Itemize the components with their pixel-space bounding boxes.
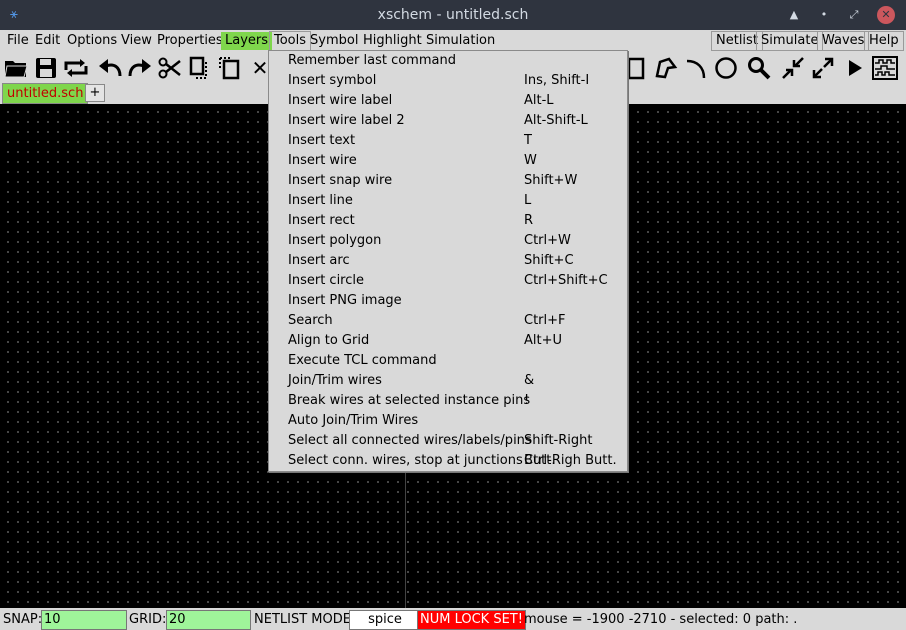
close-icon[interactable]: ✕ <box>877 6 895 24</box>
menu-item-insert-polygon[interactable]: Insert polygon Ctrl+W <box>269 231 627 251</box>
netlist-mode-label: NETLIST MODE: <box>254 612 356 627</box>
menu-tools[interactable]: Tools <box>269 31 312 51</box>
undo-icon[interactable] <box>96 54 124 82</box>
menu-simulation[interactable]: Simulation <box>422 32 499 50</box>
zoom-out-icon[interactable] <box>809 54 837 82</box>
menu-item-insert-line[interactable]: Insert line L <box>269 191 627 211</box>
menu-item-align-to-grid[interactable]: Align to Grid Alt+U <box>269 331 627 351</box>
menu-item-execute-tcl-command[interactable]: Execute TCL command <box>269 351 627 371</box>
tab-untitled[interactable]: untitled.sch <box>2 83 89 104</box>
menu-highlight[interactable]: Highlight <box>359 32 426 50</box>
menu-bar: File Edit Options View Properties Layers… <box>0 30 906 52</box>
menu-item-join-trim-wires[interactable]: Join/Trim wires & <box>269 371 627 391</box>
menu-item-break-wires[interactable]: Break wires at selected instance pins! <box>269 391 627 411</box>
maximize-icon[interactable]: ⤢ <box>845 6 863 24</box>
menu-item-insert-png-image[interactable]: Insert PNG image <box>269 291 627 311</box>
grid-value-field[interactable]: 20 <box>166 610 251 630</box>
tools-dropdown-menu: Remember last command Insert symbol Ins, … <box>268 50 628 472</box>
status-bar: SNAP: 10 GRID: 20 NETLIST MODE: spice NU… <box>0 608 906 630</box>
netlist-mode-value[interactable]: spice <box>349 610 419 630</box>
zoom-in-icon[interactable] <box>779 54 807 82</box>
snap-value-field[interactable]: 10 <box>41 610 127 630</box>
insert-circle-icon[interactable] <box>712 54 740 82</box>
menu-help[interactable]: Help <box>864 31 904 51</box>
menu-view[interactable]: View <box>117 32 156 50</box>
snap-label: SNAP: <box>3 612 43 627</box>
menu-item-remember-last-command[interactable]: Remember last command <box>269 51 627 71</box>
menu-item-insert-wire-label-2[interactable]: Insert wire label 2 Alt-Shift-L <box>269 111 627 131</box>
menu-item-insert-snap-wire[interactable]: Insert snap wire Shift+W <box>269 171 627 191</box>
add-tab-button[interactable]: + <box>85 84 105 102</box>
menu-edit[interactable]: Edit <box>31 32 64 50</box>
grid-label: GRID: <box>129 612 167 627</box>
open-folder-icon[interactable] <box>2 54 30 82</box>
menu-item-insert-symbol[interactable]: Insert symbol Ins, Shift-I <box>269 71 627 91</box>
reload-icon[interactable] <box>62 54 90 82</box>
save-icon[interactable] <box>32 54 60 82</box>
menu-item-insert-rect[interactable]: Insert rect R <box>269 211 627 231</box>
menu-item-search[interactable]: Search Ctrl+F <box>269 311 627 331</box>
waves-icon[interactable] <box>871 54 899 82</box>
menu-options[interactable]: Options <box>63 32 121 50</box>
menu-properties[interactable]: Properties <box>153 32 227 50</box>
menu-file[interactable]: File <box>3 32 33 50</box>
menu-symbol[interactable]: Symbol <box>306 32 362 50</box>
zoom-icon[interactable] <box>745 54 773 82</box>
simulate-play-icon[interactable] <box>841 54 869 82</box>
num-lock-warning: NUM LOCK SET! <box>417 610 526 630</box>
window-title: xschem - untitled.sch <box>377 7 529 23</box>
menu-layers[interactable]: Layers <box>221 32 273 50</box>
menu-item-insert-circle[interactable]: Insert circle Ctrl+Shift+C <box>269 271 627 291</box>
menu-item-select-conn-wires-stop[interactable]: Select conn. wires, stop at junctions Ctr… <box>269 451 627 471</box>
insert-arc-icon[interactable] <box>682 54 710 82</box>
menu-item-insert-arc[interactable]: Insert arc Shift+C <box>269 251 627 271</box>
title-bar: ⚹ xschem - untitled.sch ▲ • ⤢ ✕ <box>0 0 906 30</box>
redo-icon[interactable] <box>126 54 154 82</box>
minimize-icon[interactable]: • <box>815 6 833 24</box>
menu-item-insert-wire[interactable]: Insert wire W <box>269 151 627 171</box>
paste-icon[interactable] <box>216 54 244 82</box>
copy-icon[interactable] <box>186 54 214 82</box>
menu-item-insert-text[interactable]: Insert text T <box>269 131 627 151</box>
mouse-status: mouse = -1900 -2710 - selected: 0 path: … <box>524 612 798 627</box>
insert-polygon-icon[interactable] <box>652 54 680 82</box>
menu-item-insert-wire-label[interactable]: Insert wire label Alt-L <box>269 91 627 111</box>
shade-icon[interactable]: ▲ <box>785 6 803 24</box>
menu-item-auto-join-trim-wires[interactable]: Auto Join/Trim Wires <box>269 411 627 431</box>
cut-icon[interactable] <box>156 54 184 82</box>
menu-item-select-all-connected[interactable]: Select all connected wires/labels/pins Sh… <box>269 431 627 468</box>
menu-waves[interactable]: Waves <box>817 31 870 51</box>
menu-simulate[interactable]: Simulate <box>756 31 824 51</box>
